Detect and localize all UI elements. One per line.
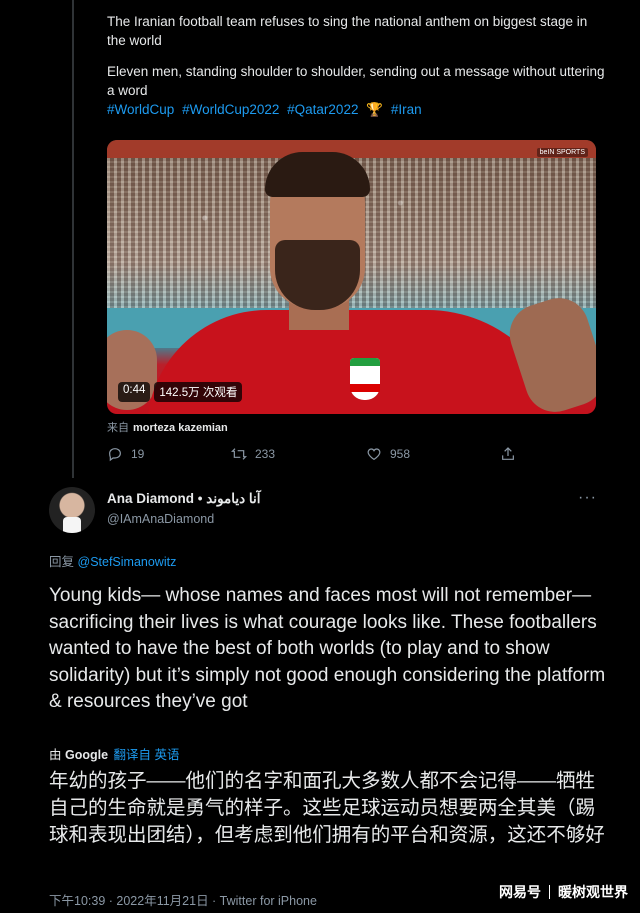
watermark: 网易号 暖树观世界 (499, 882, 628, 902)
reply-text: Young kids— whose names and faces most w… (49, 585, 606, 712)
tweet-line-1: The Iranian football team refuses to sin… (107, 14, 588, 48)
hashtag-link[interactable]: #Iran (391, 102, 422, 117)
tweet-actions: 19 233 958 (107, 446, 517, 466)
reply-count: 19 (131, 447, 145, 461)
share-icon (502, 447, 514, 460)
iran-crest-icon (350, 358, 380, 400)
translated-text: 年幼的孩子——他们的名字和面孔大多数人都不会记得——牺牲自己的生命就是勇气的样子… (49, 770, 605, 846)
reply-button[interactable]: 19 (107, 446, 144, 462)
video-views: 142.5万 次观看 (154, 382, 243, 402)
translation-attribution: 由 Google 翻译自 英语 (49, 744, 180, 763)
trophy-emoji: 🏆 (366, 102, 384, 117)
hashtag-link[interactable]: #WorldCup2022 (182, 102, 279, 117)
translated-from-link[interactable]: 翻译自 英语 (114, 748, 180, 762)
tweet-line-2: Eleven men, standing shoulder to shoulde… (107, 64, 605, 98)
tweet-timestamp[interactable]: 下午10:39 · 2022年11月21日 · Twitter for iPho… (49, 890, 317, 909)
retweet-button[interactable]: 233 (231, 446, 275, 462)
watermark-account: 暖树观世界 (558, 884, 628, 900)
replying-prefix: 回复 (49, 555, 75, 569)
from-user-link[interactable]: morteza kazemian (133, 422, 228, 434)
video-player[interactable]: beIN SPORTS 0:44 142.5万 次观看 (107, 140, 596, 414)
author-name[interactable]: Ana Diamond • آنا دیاموند (107, 491, 261, 507)
reply-icon (109, 448, 121, 462)
replying-to-link[interactable]: @StefSimanowitz (78, 555, 177, 569)
retweet-icon (231, 448, 247, 460)
watermark-source: 网易号 (499, 884, 541, 900)
hashtag-link[interactable]: #Qatar2022 (287, 102, 358, 117)
video-meta: 0:44 142.5万 次观看 (118, 382, 243, 402)
like-count: 958 (390, 447, 411, 461)
tweet-hashtags: #WorldCup #WorldCup2022 #Qatar2022 🏆 #Ir… (107, 100, 607, 119)
avatar[interactable] (49, 487, 95, 533)
share-button[interactable] (500, 446, 516, 462)
replying-to: 回复 @StefSimanowitz (49, 551, 176, 570)
like-button[interactable]: 958 (366, 446, 410, 462)
broadcaster-logo: beIN SPORTS (536, 148, 588, 157)
from-prefix: 来自 (107, 422, 129, 434)
more-options-icon[interactable]: ··· (578, 489, 597, 507)
hashtag-link[interactable]: #WorldCup (107, 102, 174, 117)
heart-icon (367, 448, 381, 461)
reply-author-header: Ana Diamond • آنا دیاموند @IAmAnaDiamond… (49, 487, 609, 537)
top-tweet-text: The Iranian football team refuses to sin… (107, 12, 607, 119)
translate-prefix: 由 (49, 748, 62, 762)
video-source: 来自 morteza kazemian (107, 419, 228, 435)
thread-connector-line (72, 0, 74, 478)
retweet-count: 233 (255, 447, 276, 461)
author-handle[interactable]: @IAmAnaDiamond (107, 512, 214, 526)
google-logo: Google (65, 748, 109, 762)
video-duration: 0:44 (118, 382, 151, 402)
